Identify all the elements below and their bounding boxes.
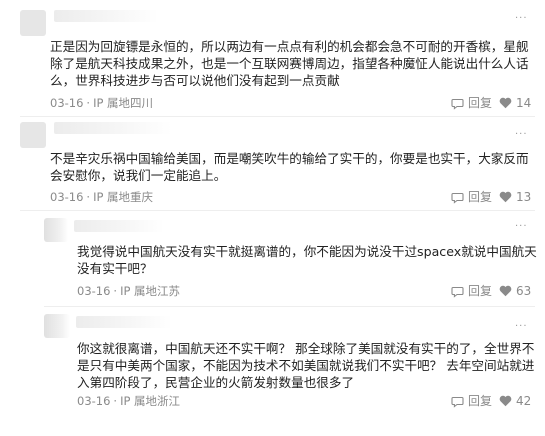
- username-redacted: [54, 122, 172, 134]
- heart-icon: [499, 285, 512, 297]
- username-redacted: [74, 220, 164, 232]
- like-count: 42: [516, 394, 532, 408]
- comment-ip: IP 属地四川: [93, 96, 154, 110]
- heart-icon: [499, 97, 512, 109]
- avatar[interactable]: [44, 314, 70, 338]
- more-dots-icon[interactable]: ···: [515, 14, 528, 24]
- avatar[interactable]: [44, 218, 68, 242]
- comment-date: 03-16: [50, 96, 84, 110]
- meta-separator: ·: [86, 96, 91, 110]
- meta-separator: ·: [113, 394, 118, 408]
- heart-icon: [499, 191, 512, 203]
- comment-date: 03-16: [77, 394, 111, 408]
- reply-bubble-icon: [451, 286, 464, 298]
- comment-date: 03-16: [77, 284, 111, 298]
- reply-label: 回复: [468, 394, 493, 408]
- reply-item: ··· 我觉得说中国航天没有实干就挺离谱的，你不能因为说没干过spacex就说中…: [0, 210, 545, 306]
- heart-icon: [499, 395, 512, 407]
- comment-text: 不是辛灾乐祸中国输给美国，而是嘲笑吹牛的输给了实干的，你要是也实干，大家反而会安…: [50, 151, 529, 183]
- reply-bubble-icon: [451, 396, 464, 408]
- more-dots-icon[interactable]: ···: [515, 322, 528, 332]
- comment-ip: IP 属地浙江: [120, 394, 181, 408]
- reply-item: ··· 你这就很离谱，中国航天还不实干啊？ 那全球除了美国就没有实干的了，全世界…: [0, 306, 545, 436]
- comment-item: ··· 不是辛灾乐祸中国输给美国，而是嘲笑吹牛的输给了实干的，你要是也实干，大家…: [0, 116, 545, 210]
- meta-separator: ·: [113, 284, 118, 298]
- like-button[interactable]: 63: [499, 284, 531, 298]
- comment-meta: 03-16 · IP 属地江苏: [77, 284, 180, 298]
- like-count: 13: [516, 190, 532, 204]
- like-button[interactable]: 14: [499, 96, 531, 110]
- comment-meta: 03-16 · IP 属地四川: [50, 96, 153, 110]
- comment-text: 你这就很离谱，中国航天还不实干啊？ 那全球除了美国就没有实干的了，全世界不是只有…: [77, 341, 535, 390]
- comment-text: 正是因为回旋镖是永恒的，所以两边有一点点有利的机会都会急不可耐的开香槟，星舰除了…: [50, 39, 529, 88]
- comment-meta: 03-16 · IP 属地重庆: [50, 190, 153, 204]
- username-redacted: [54, 10, 158, 22]
- meta-separator: ·: [86, 190, 91, 204]
- comment-ip: IP 属地江苏: [120, 284, 181, 298]
- like-button[interactable]: 13: [499, 190, 531, 204]
- reply-button[interactable]: 回复: [451, 394, 492, 408]
- comment-ip: IP 属地重庆: [93, 190, 154, 204]
- avatar[interactable]: [20, 122, 46, 148]
- reply-button[interactable]: 回复: [451, 96, 492, 110]
- username-redacted: [76, 316, 172, 328]
- like-count: 14: [516, 96, 532, 110]
- comment-date: 03-16: [50, 190, 84, 204]
- reply-button[interactable]: 回复: [451, 284, 492, 298]
- more-dots-icon[interactable]: ···: [515, 130, 528, 140]
- comment-text: 我觉得说中国航天没有实干就挺离谱的，你不能因为说没干过spacex就说中国航天没…: [77, 244, 537, 276]
- avatar[interactable]: [20, 10, 46, 36]
- more-dots-icon[interactable]: ···: [515, 222, 528, 232]
- reply-bubble-icon: [451, 98, 464, 110]
- comment-meta: 03-16 · IP 属地浙江: [77, 394, 180, 408]
- comment-item: ··· 正是因为回旋镖是永恒的，所以两边有一点点有利的机会都会急不可耐的开香槟，…: [0, 0, 545, 113]
- reply-label: 回复: [468, 284, 493, 298]
- reply-label: 回复: [468, 96, 493, 110]
- reply-bubble-icon: [451, 192, 464, 204]
- like-button[interactable]: 42: [499, 394, 531, 408]
- reply-label: 回复: [468, 190, 493, 204]
- like-count: 63: [516, 284, 532, 298]
- reply-button[interactable]: 回复: [451, 190, 492, 204]
